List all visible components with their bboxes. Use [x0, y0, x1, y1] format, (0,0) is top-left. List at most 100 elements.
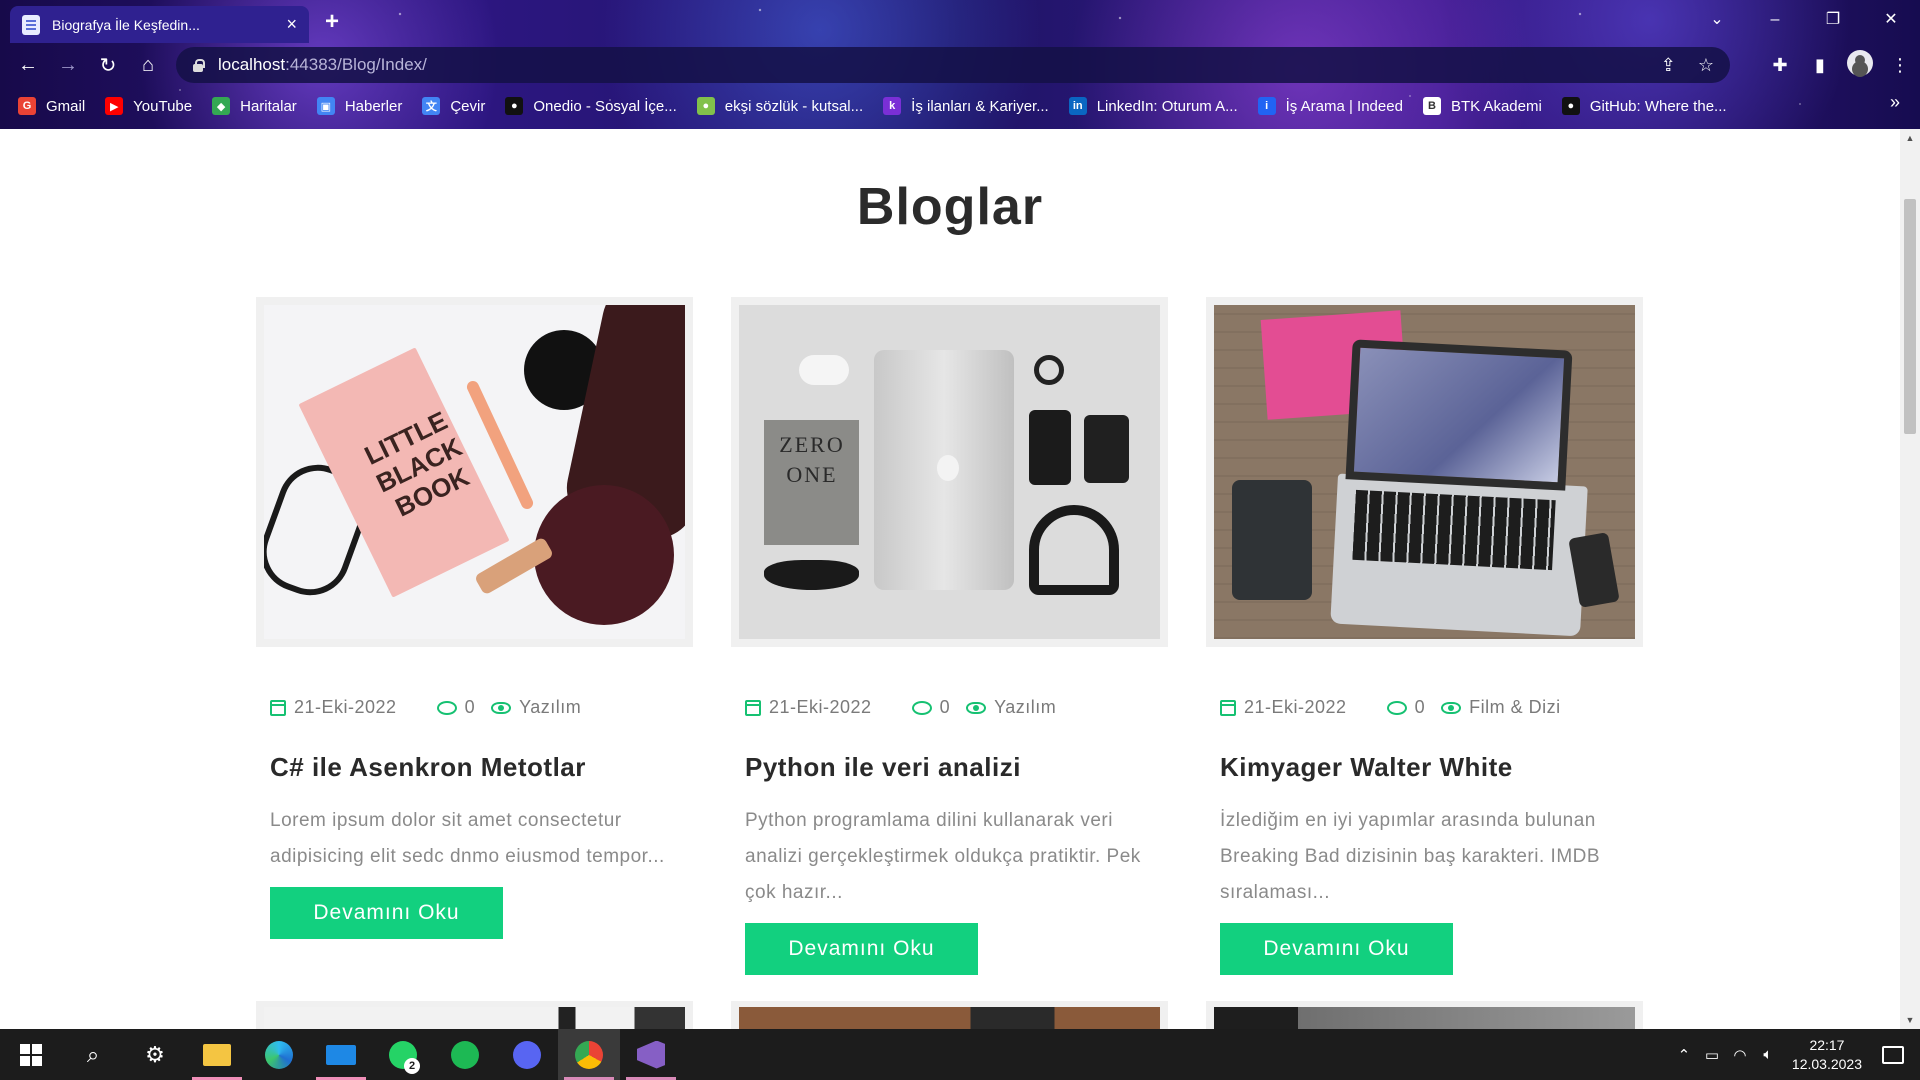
bookmark-item[interactable]: ◆ Haritalar	[212, 97, 297, 115]
battery-icon[interactable]: ▭	[1698, 1046, 1726, 1064]
bookmark-item[interactable]: 文 Çevir	[422, 97, 485, 115]
blog-image[interactable]: ZERO ONE	[739, 305, 1160, 639]
search-icon[interactable]: ⌕	[62, 1029, 124, 1080]
scroll-up-icon[interactable]: ▲	[1900, 129, 1920, 147]
extensions-icon[interactable]: ✚	[1760, 55, 1800, 76]
clock[interactable]: 22:17 12.03.2023	[1792, 1036, 1862, 1074]
maps-icon: ◆	[212, 97, 231, 115]
blog-meta: 21-Eki-2022 0 Yazılım	[731, 697, 1168, 718]
home-icon[interactable]: ⌂	[128, 54, 168, 77]
profile-avatar[interactable]	[1840, 49, 1880, 81]
calendar-icon	[1220, 699, 1236, 716]
calendar-icon	[270, 699, 286, 716]
blog-category[interactable]: Yazılım	[994, 697, 1056, 718]
page-favicon-icon	[22, 14, 40, 35]
side-panel-icon[interactable]: ▮	[1800, 55, 1840, 76]
blog-image-frame[interactable]: LITTLE BLACK BOOK	[256, 297, 693, 647]
blog-image[interactable]: LITTLE BLACK BOOK	[264, 305, 685, 639]
blog-excerpt: Python programlama dilini kullanarak ver…	[745, 810, 1141, 903]
blog-card-next[interactable]	[1206, 1001, 1643, 1029]
blog-meta: 21-Eki-2022 0 Yazılım	[256, 697, 693, 718]
book-cover-text: ZERO ONE	[779, 432, 845, 487]
bookmark-item[interactable]: G Gmail	[18, 97, 85, 115]
blog-title[interactable]: Kimyager Walter White	[1206, 752, 1643, 783]
bookmark-star-icon[interactable]: ☆	[1698, 55, 1714, 76]
bookmark-label: Onedio - Sosyal İçe...	[533, 97, 677, 115]
restore-icon[interactable]: ❐	[1804, 6, 1862, 34]
chrome-icon[interactable]	[558, 1029, 620, 1080]
lock-icon[interactable]	[192, 59, 205, 72]
blog-card: 21-Eki-2022 0 Film & Dizi Kimyager Walte…	[1206, 297, 1643, 975]
blog-image-frame[interactable]	[1206, 297, 1643, 647]
volume-icon[interactable]: 🔈︎	[1754, 1046, 1782, 1063]
bookmark-item[interactable]: ▶ YouTube	[105, 97, 192, 115]
youtube-icon: ▶	[105, 97, 124, 115]
share-icon[interactable]: ⇪	[1661, 55, 1676, 76]
comment-icon	[436, 700, 457, 715]
edge-icon[interactable]	[248, 1029, 310, 1080]
blog-card-next[interactable]	[256, 1001, 693, 1029]
bookmark-item[interactable]: B BTK Akademi	[1422, 97, 1542, 115]
bookmark-item[interactable]: in LinkedIn: Oturum A...	[1068, 97, 1238, 115]
bookmark-item[interactable]: ● Onedio - Sosyal İçe...	[505, 97, 677, 115]
browser-tab-active[interactable]: Biografya İle Keşfedin... ×	[10, 6, 309, 43]
comment-icon	[1386, 700, 1407, 715]
scroll-down-icon[interactable]: ▼	[1900, 1011, 1920, 1029]
bookmark-item[interactable]: k İş ilanları & Kariyer...	[883, 97, 1049, 115]
new-tab-button[interactable]: +	[325, 8, 339, 36]
tab-title: Biografya İle Keşfedin...	[52, 16, 200, 33]
bookmark-item[interactable]: i İş Arama | Indeed	[1257, 97, 1403, 115]
spotify-icon[interactable]	[434, 1029, 496, 1080]
tab-close-icon[interactable]: ×	[286, 14, 297, 35]
clock-time: 22:17	[1809, 1036, 1845, 1053]
scrollbar-thumb[interactable]	[1904, 199, 1916, 434]
wifi-icon[interactable]: ◠	[1726, 1046, 1754, 1064]
minimize-icon[interactable]: –	[1746, 6, 1804, 34]
bookmark-item[interactable]: ● GitHub: Where the...	[1561, 97, 1727, 115]
blog-category[interactable]: Film & Dizi	[1469, 697, 1561, 718]
discord-icon[interactable]	[496, 1029, 558, 1080]
settings-gear-icon[interactable]: ⚙	[124, 1029, 186, 1080]
bookmark-item[interactable]: ▣ Haberler	[316, 97, 402, 115]
chevron-up-icon[interactable]: ⌃	[1670, 1046, 1698, 1064]
bookmarks-overflow-icon[interactable]: »	[1890, 92, 1900, 113]
blog-category[interactable]: Yazılım	[519, 697, 581, 718]
bookmark-label: Gmail	[46, 97, 86, 115]
whatsapp-icon[interactable]: 2	[372, 1029, 434, 1080]
bookmark-label: LinkedIn: Oturum A...	[1096, 97, 1238, 115]
forward-arrow-icon[interactable]: →	[48, 54, 88, 77]
blog-card: ZERO ONE 21-Eki-2022 0 Yazılım Python il…	[731, 297, 1168, 975]
url-host: localhost	[218, 55, 286, 74]
notifications-icon[interactable]	[1882, 1045, 1904, 1064]
indeed-icon: i	[1257, 97, 1276, 115]
reload-icon[interactable]: ↻	[88, 53, 128, 78]
blog-date: 21-Eki-2022	[769, 697, 872, 717]
blog-image[interactable]	[1214, 305, 1635, 639]
address-bar[interactable]: localhost:44383/Blog/Index/ ⇪ ☆	[176, 47, 1730, 83]
read-more-button[interactable]: Devamını Oku	[1220, 923, 1453, 975]
translate-icon: 文	[422, 97, 441, 115]
close-window-icon[interactable]: ✕	[1862, 6, 1920, 34]
taskbar: ⌕ ⚙ 2 ⌃ ▭ ◠ 🔈︎ 22:17 12.03.2023	[0, 1029, 1920, 1080]
github-icon: ●	[1561, 97, 1580, 115]
system-tray: ⌃ ▭ ◠ 🔈︎ 22:17 12.03.2023	[1670, 1029, 1920, 1080]
comment-count: 0	[1414, 697, 1426, 717]
start-button[interactable]	[0, 1029, 62, 1080]
blog-title[interactable]: Python ile veri analizi	[731, 752, 1168, 783]
menu-kebab-icon[interactable]: ⋮	[1880, 55, 1920, 76]
clock-date: 12.03.2023	[1791, 1055, 1862, 1072]
back-arrow-icon[interactable]: ←	[8, 54, 48, 77]
page-title: Bloglar	[856, 178, 1044, 236]
bookmark-item[interactable]: ● ekşi sözlük - kutsal...	[696, 97, 863, 115]
mail-icon[interactable]	[310, 1029, 372, 1080]
file-explorer-icon[interactable]	[186, 1029, 248, 1080]
blog-card-next[interactable]	[731, 1001, 1168, 1029]
page-scrollbar[interactable]: ▲ ▼	[1900, 129, 1920, 1029]
blog-title[interactable]: C# ile Asenkron Metotlar	[256, 752, 693, 783]
blog-excerpt: İzlediğim en iyi yapımlar arasında bulun…	[1220, 810, 1601, 903]
blog-image-frame[interactable]: ZERO ONE	[731, 297, 1168, 647]
visual-studio-icon[interactable]	[620, 1029, 682, 1080]
tab-search-icon[interactable]: ⌄	[1688, 6, 1746, 34]
read-more-button[interactable]: Devamını Oku	[270, 887, 503, 939]
read-more-button[interactable]: Devamını Oku	[745, 923, 978, 975]
